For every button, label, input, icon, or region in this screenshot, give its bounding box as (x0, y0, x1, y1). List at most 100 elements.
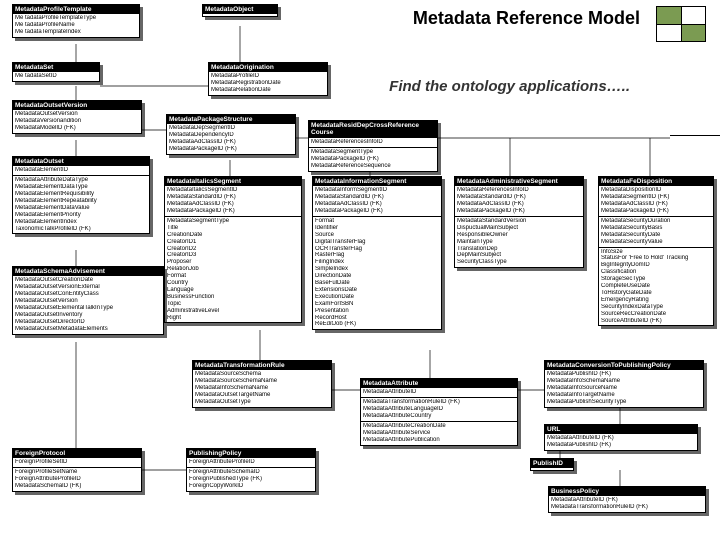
entity-header: MetadataAttribute (361, 379, 517, 388)
entity-attribute: DispuctualMainSubject (457, 225, 581, 232)
entity-section: MetadataDepSegmentIDMetadataDependencyID… (167, 124, 295, 154)
entity-section: MetadataSegmentTypeMetadataPackageID (FK… (309, 148, 437, 171)
entity-attribute: MetadataSegmentType (311, 149, 435, 156)
entity-section: ForeignAttributeProfileID (187, 458, 315, 468)
entity-attribute: Format (167, 273, 299, 280)
entity-attribute: AdministrativeLevel (167, 308, 299, 315)
entity-attribute: Language (167, 287, 299, 294)
entity-section (531, 468, 573, 470)
entity-attribute: MetadataDepSegmentID (169, 125, 293, 132)
entity-section (203, 14, 277, 16)
entity-attribute: MetadataReferencesInfoID (311, 139, 435, 146)
entity-cross-reference: MetadataResidDepCrossReference CourseMet… (308, 120, 438, 172)
entity-section: Me tadataProfileTemplateTypeMe tadataPro… (13, 14, 139, 37)
entity-header: BusinessPolicy (549, 487, 705, 496)
entity-header: MetadataConversionToPublishingPolicy (545, 361, 703, 370)
entity-attribute: Presentation (315, 308, 439, 315)
entity-attribute: MetadataOutsetVersionExternal (15, 284, 161, 291)
entity-attribute: MetadataDispositionID (601, 187, 711, 194)
entity-information-segment: MetadataInformationSegmentMetadataInform… (312, 176, 442, 330)
entity-set: MetadataSetMe tadataSetID (12, 62, 100, 82)
entity-attribute: MetadataPublishSecurityType (547, 399, 701, 406)
entity-attribute: Me tadataSetID (15, 73, 97, 80)
entity-header: PublishingPolicy (187, 449, 315, 458)
entity-attribute: SecurityClassType (457, 259, 581, 266)
entity-attribute: MetadataAttributeCreationDate (363, 423, 515, 430)
entity-attribute: ExamForISBN (315, 301, 439, 308)
entity-attribute: EmergencyRating (601, 297, 711, 304)
entity-attribute: MetadataElementDataValue (15, 205, 147, 212)
entity-attribute: Identifier (315, 225, 439, 232)
entity-administrative-segment: MetadataAdministrativeSegmentMetadataRef… (454, 176, 584, 268)
entity-attribute: MetadataRelationDate (211, 87, 325, 94)
entity-section: MetadataOutsetVersionMetadataVersionandi… (13, 110, 141, 133)
entity-attribute: ForeignPublishedType (FK) (189, 476, 313, 483)
entity-attribute: MetadataModelID (FK) (15, 125, 139, 132)
entity-attribute: MetadataPackageID (FK) (169, 146, 293, 153)
entity-attribute: MetadataInfoSchemaName (195, 385, 329, 392)
entity-attribute: MetadataAttributeCountry (363, 413, 515, 420)
entity-header: MetadataAdministrativeSegment (455, 177, 583, 186)
entity-attribute: MetadataOutsetElementalTalkInType (15, 305, 161, 312)
entity-attribute: MetadataInformSegmentID (315, 187, 439, 194)
entity-attribute: MetadataPackageID (FK) (601, 208, 711, 215)
entity-attribute: TranslationDep (457, 246, 581, 253)
entity-section: ForeignProfileSetID (13, 458, 141, 468)
entity-attribute: MetadataStandardID (FK) (167, 194, 299, 201)
entity-section: MetadataPublishID (FK)MetadataInfoSchema… (545, 370, 703, 406)
entity-attribute: MetadataSecurityDuration (601, 218, 711, 225)
entity-attribute: ExecutionDate (315, 294, 439, 301)
entity-attribute: Classification (601, 269, 711, 276)
entity-section: MetadataSecurityDurationMetadataSecurity… (599, 217, 713, 248)
entity-publishing-policy: PublishingPolicyForeignAttributeProfileI… (186, 448, 316, 492)
entity-attribute: CreatorID3 (167, 252, 299, 259)
entity-attribute: MetadataAdClassID (FK) (315, 201, 439, 208)
entity-attribute: MetadataStandardVersion (457, 218, 581, 225)
entity-section: MetadataAttributeID (361, 388, 517, 398)
entity-attribute: DigitalTransferFlag (315, 239, 439, 246)
entity-attribute: MetadataElementRepeatability (15, 198, 147, 205)
entity-attribute: Source (315, 232, 439, 239)
entity-attribute: MetadataPackageID (FK) (457, 208, 581, 215)
entity-attribute: MetadataPackageID (FK) (311, 156, 435, 163)
entity-attribute: MetadataAttributeMetadataAttributeID Meta… (360, 378, 518, 446)
entity-header: MetadataSchemaAdvisement (13, 267, 163, 276)
entity-attribute: DirectionDate (315, 273, 439, 280)
entity-attribute: MetadataAttributeService (363, 430, 515, 437)
entity-section: MetadataReferencesInfoID (309, 138, 437, 148)
entity-package-structure: MetadataPackageStructureMetadataDepSegme… (166, 114, 296, 155)
page-subtitle: Find the ontology applications….. (389, 78, 630, 95)
entity-attribute: MetadataOutsetMetadataElements (15, 326, 161, 333)
entity-attribute: MetadataPublishID (FK) (547, 371, 701, 378)
entity-attribute: MetadataAttributeID (FK) (551, 497, 703, 504)
entity-attribute: ForeignAttributeProfileID (15, 476, 139, 483)
entity-attribute: MetadataAdClassID (FK) (167, 201, 299, 208)
entity-header: MetadataResidDepCrossReference Course (309, 121, 437, 138)
entity-attribute: MetadataOutsetTargetName (195, 392, 329, 399)
entity-attribute: SimpleIndex (315, 266, 439, 273)
entity-attribute: MetadataOutsetInventory (15, 312, 161, 319)
entity-conversion-publishing: MetadataConversionToPublishingPolicyMeta… (544, 360, 704, 408)
entity-attribute: MetadataSourceSchema (195, 371, 329, 378)
entity-attribute: MetadataTransformationRuleID (FK) (551, 504, 703, 511)
entity-attribute: BaseFulDate (315, 280, 439, 287)
entity-attribute: Me tadataProfileTemplateType (15, 15, 137, 22)
entity-header: MetadataItalicsSegment (165, 177, 301, 186)
entity-header: MetadataOutsetVersion (13, 101, 141, 110)
entity-object: MetadataObject (202, 4, 278, 17)
entity-outset-version: MetadataOutsetVersionMetadataOutsetVersi… (12, 100, 142, 134)
entity-section: MetadataSourceSchemaMetadataSourceSchema… (193, 370, 331, 406)
entity-attribute: MetadataInfoSourceName (547, 385, 701, 392)
entity-publish-id: PublishID (530, 458, 574, 471)
entity-attribute: DepMainSubject (457, 252, 581, 259)
entity-attribute: MetadataElementPriority (15, 212, 147, 219)
entity-italics-segment: MetadataItalicsSegmentMetadataItalicsSeg… (164, 176, 302, 323)
entity-attribute: InfoSize (601, 249, 711, 256)
entity-header: MetadataInformationSegment (313, 177, 441, 186)
entity-attribute: MetadataSegmentType (167, 218, 299, 225)
entity-header: MetadataFeDisposition (599, 177, 713, 186)
entity-header: MetadataOrigination (209, 63, 327, 72)
entity-attribute: MetadataAdClassID (FK) (457, 201, 581, 208)
entity-section: MetadataElementID (13, 166, 149, 176)
entity-attribute: CreatorID1 (167, 239, 299, 246)
